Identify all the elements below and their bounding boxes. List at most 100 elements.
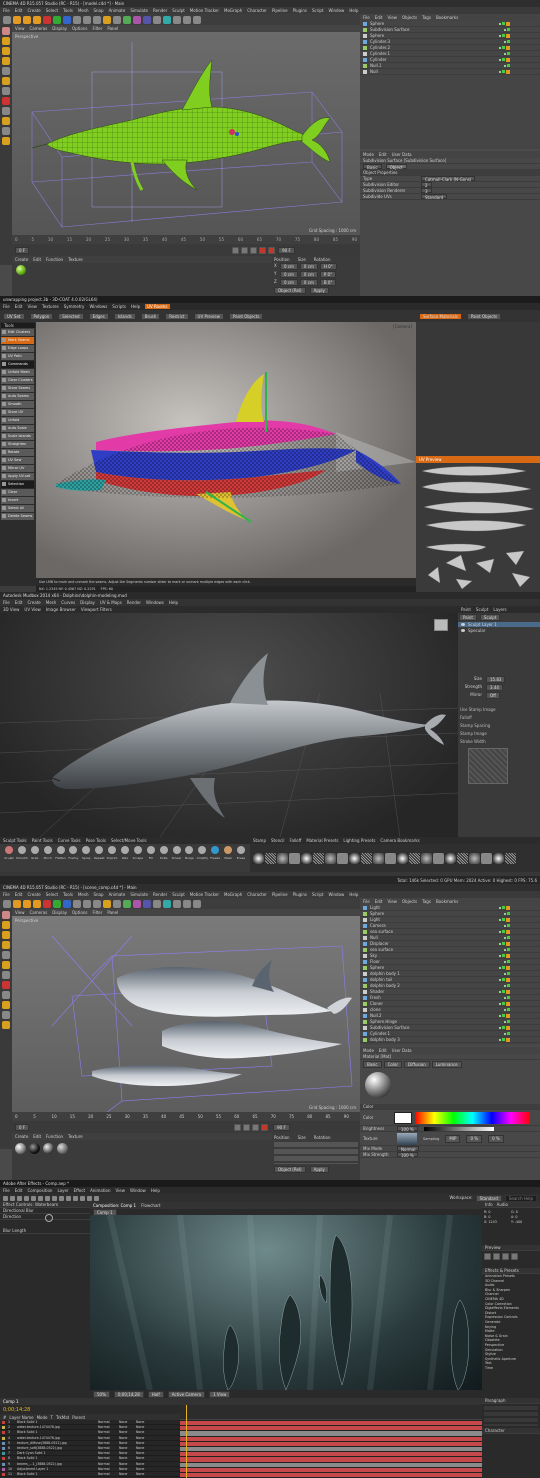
toolbar-tool-icon[interactable]: [153, 15, 161, 24]
object-flags[interactable]: [499, 989, 510, 994]
library-tab-stamp[interactable]: Stamp: [253, 838, 266, 843]
menu-help[interactable]: Help: [349, 8, 358, 13]
mode-tool-icon[interactable]: [2, 961, 10, 969]
menu-display[interactable]: Display: [80, 600, 95, 605]
visibility-dot[interactable]: [504, 985, 506, 987]
sculpt-tool-repeat[interactable]: Repeat: [93, 844, 105, 860]
stamp-thumbnail[interactable]: [457, 852, 468, 864]
stamp-thumbnail[interactable]: [325, 852, 336, 864]
sculpt-tool-flatten[interactable]: Flatten: [55, 844, 67, 860]
layer-tab-sculpt[interactable]: Sculpt: [476, 607, 489, 612]
uv-tool-unfold[interactable]: Unfold: [1, 417, 34, 424]
check-icon[interactable]: [507, 52, 510, 55]
viewport-menu-display[interactable]: Display: [52, 26, 67, 31]
tab-audio[interactable]: Audio: [497, 1202, 508, 1207]
tab-object[interactable]: Object: [385, 164, 407, 170]
visibility-dot[interactable]: [504, 961, 506, 963]
menu-uv-maps[interactable]: UV & Maps: [100, 600, 122, 605]
layer-parent[interactable]: None: [136, 1425, 144, 1429]
viewport-menu-panel[interactable]: Panel: [107, 910, 118, 915]
coords-mode[interactable]: Object (Rel): [274, 287, 306, 294]
layer-trkmat[interactable]: None: [119, 1436, 133, 1440]
material-menu-texture[interactable]: Texture: [68, 257, 83, 262]
sculpt-tool-amplify[interactable]: Amplify: [196, 844, 208, 860]
first-frame-icon[interactable]: [484, 1253, 491, 1260]
om-menu-file[interactable]: File: [363, 15, 370, 20]
layer-parent[interactable]: None: [136, 1420, 144, 1424]
column-header-trkmat[interactable]: TrkMat: [56, 1415, 69, 1420]
menu-render[interactable]: Render: [127, 600, 141, 605]
om-menu-objects[interactable]: Objects: [402, 15, 417, 20]
property-value[interactable]: 15.83: [486, 676, 506, 683]
toolbar-tool-icon[interactable]: [13, 899, 21, 908]
object-flags[interactable]: [504, 911, 510, 916]
tag-icon[interactable]: [506, 966, 510, 970]
menu-uv-rooms[interactable]: UV Rooms: [145, 304, 170, 309]
visibility-dot[interactable]: [499, 35, 501, 37]
rewind-icon[interactable]: [234, 1123, 242, 1131]
check-icon[interactable]: [507, 1020, 510, 1023]
ae-tool-icon[interactable]: [66, 1195, 71, 1201]
object-flags[interactable]: [499, 1037, 510, 1042]
tool-tab-paint-tools[interactable]: Paint Tools: [32, 838, 53, 843]
attr-value[interactable]: Catmull-Clark (N-Gons): [421, 176, 476, 182]
tag-icon[interactable]: [506, 954, 510, 958]
material-swatch[interactable]: [16, 265, 26, 275]
stamp-thumbnail[interactable]: [277, 852, 288, 864]
resolution-select[interactable]: Half: [147, 1390, 164, 1398]
layer-parent[interactable]: None: [136, 1462, 144, 1466]
visibility-dot[interactable]: [499, 71, 501, 73]
viewport-menu-view[interactable]: View: [15, 26, 25, 31]
frame-start[interactable]: 0 F: [15, 246, 30, 254]
object-flags[interactable]: [499, 953, 510, 958]
menu-layer[interactable]: Layer: [57, 1188, 68, 1193]
visibility-dot[interactable]: [499, 59, 501, 61]
uv-toolbar-polygon[interactable]: Polygon: [29, 312, 54, 320]
sampling-select[interactable]: MIP: [445, 1134, 461, 1143]
toolbar-tool-icon[interactable]: [23, 15, 31, 24]
viewport-menu-options[interactable]: Options: [72, 910, 87, 915]
layer-mode[interactable]: Normal: [98, 1451, 116, 1455]
eye-icon[interactable]: [461, 623, 465, 626]
check-icon[interactable]: [502, 942, 505, 945]
stamp-thumbnail[interactable]: [289, 852, 300, 864]
ae-tool-icon[interactable]: [38, 1195, 43, 1201]
menu-edit[interactable]: Edit: [15, 892, 23, 897]
material-menu-texture[interactable]: Texture: [68, 1134, 83, 1139]
menu-window[interactable]: Window: [130, 1188, 146, 1193]
coord-position[interactable]: 0 cm: [280, 263, 298, 270]
menu-select[interactable]: Select: [46, 892, 58, 897]
attr-subtab-diffusion[interactable]: Diffusion: [404, 1061, 430, 1068]
menu-motion-tracker[interactable]: Motion Tracker: [190, 8, 219, 13]
mode-tool-icon[interactable]: [2, 127, 10, 135]
mode-tool-icon[interactable]: [2, 971, 10, 979]
check-icon[interactable]: [507, 28, 510, 31]
stamp-thumbnail[interactable]: [469, 852, 480, 864]
tab-effects[interactable]: Effects & Presets: [485, 1268, 519, 1273]
material-menu-edit[interactable]: Edit: [33, 1134, 41, 1139]
check-icon[interactable]: [507, 972, 510, 975]
mode-tool-icon[interactable]: [2, 97, 10, 105]
material-menu-create[interactable]: Create: [15, 1134, 28, 1139]
uv-viewport[interactable]: [Camera]: [36, 322, 416, 578]
menu-mograph[interactable]: MoGraph: [224, 892, 242, 897]
menu-pipeline[interactable]: Pipeline: [272, 892, 288, 897]
layer-track-bar[interactable]: [180, 1452, 482, 1457]
column-header-mode[interactable]: Mode: [37, 1415, 48, 1420]
layer-trkmat[interactable]: None: [119, 1420, 133, 1424]
om-menu-file[interactable]: File: [363, 899, 370, 904]
menu-animate[interactable]: Animate: [109, 892, 126, 897]
coord-rotation[interactable]: B 0°: [319, 279, 337, 286]
visibility-dot[interactable]: [504, 29, 506, 31]
coord-position[interactable]: 0 cm: [280, 279, 298, 286]
ae-tool-icon[interactable]: [94, 1195, 99, 1201]
sculpt-tool-grab[interactable]: Grab: [29, 844, 41, 860]
layer-row[interactable]: 11 Black Solid 1 Normal None None: [0, 1472, 180, 1478]
sculpt-tool-fill[interactable]: Fill: [145, 844, 157, 860]
toolbar-tool-icon[interactable]: [183, 899, 191, 908]
menu-snap[interactable]: Snap: [93, 8, 103, 13]
layer-track-bar[interactable]: [180, 1462, 482, 1467]
material-swatch[interactable]: [57, 1143, 68, 1154]
tag-icon[interactable]: [506, 1002, 510, 1006]
property-value[interactable]: 3.44: [486, 684, 503, 691]
